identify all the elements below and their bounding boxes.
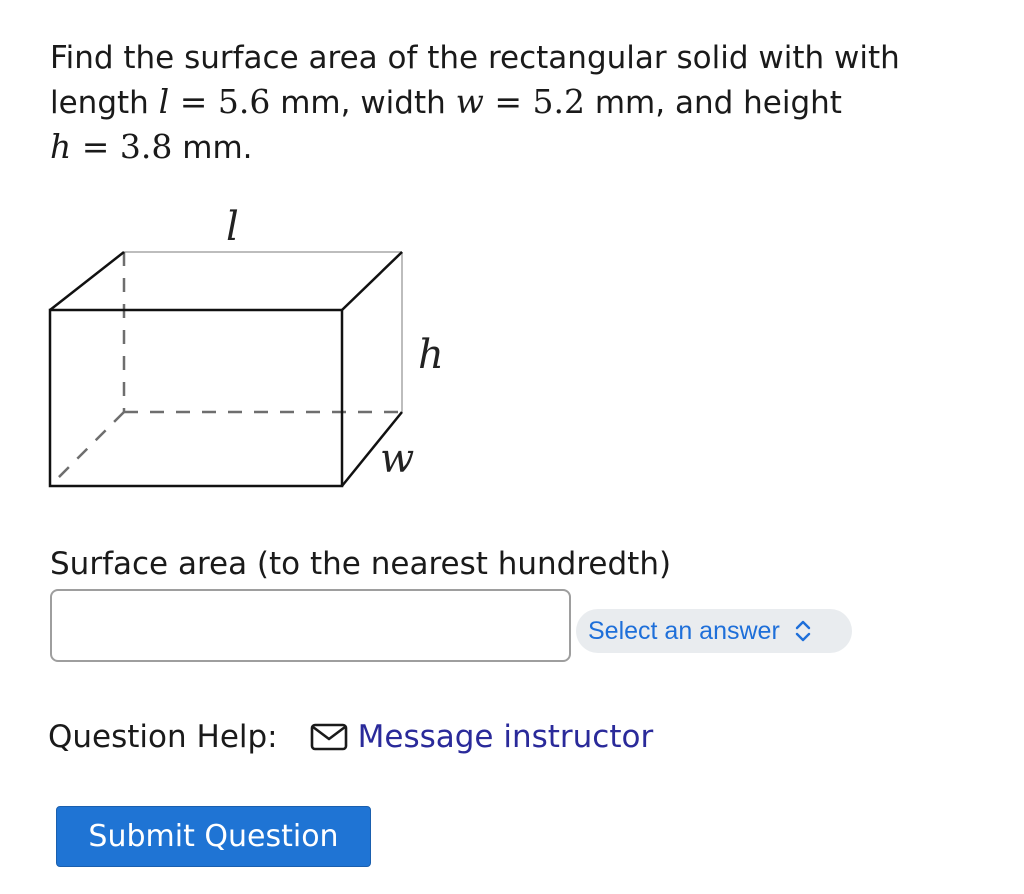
width-value: = 5.2 [483,82,585,121]
visible-edges [48,251,403,488]
message-instructor-link[interactable]: Message instructor [310,717,654,757]
question-help-row: Question Help: Message instructor [48,717,653,757]
length-value: = 5.6 [169,82,271,121]
height-value: = 3.8 [71,127,173,166]
message-instructor-label: Message instructor [357,719,654,755]
width-variable: w [455,82,484,121]
length-word: length [50,85,159,121]
figure-label-width: w [380,436,414,482]
length-unit: mm, width [270,85,456,121]
question-line-1: Find the surface area of the rectangular… [50,36,950,80]
hidden-edges [49,252,402,487]
surface-area-label: Surface area (to the nearest hundredth) [50,546,672,582]
figure-label-height: h [418,332,444,378]
envelope-icon [310,723,347,751]
back-edges [124,251,403,412]
unit-select-dropdown[interactable]: Select an answer [576,609,852,653]
question-intro: Find the surface area of the rectangular… [50,40,900,76]
height-unit: mm. [172,130,253,166]
unit-select-label: Select an answer [588,616,780,645]
rectangular-solid-figure: l h w [48,204,444,488]
question-line-3: h = 3.8 mm. [50,125,950,170]
submit-question-button[interactable]: Submit Question [56,806,371,867]
length-variable: l [158,82,170,121]
surface-area-input[interactable] [50,589,571,662]
figure-label-length: l [226,204,239,250]
question-text: Find the surface area of the rectangular… [50,36,950,170]
height-variable: h [50,127,72,166]
question-help-label: Question Help: [48,719,278,755]
up-down-chevron-icon [795,620,810,642]
width-unit: mm, and height [585,85,842,121]
question-line-2: length l = 5.6 mm, width w = 5.2 mm, and… [50,80,950,125]
